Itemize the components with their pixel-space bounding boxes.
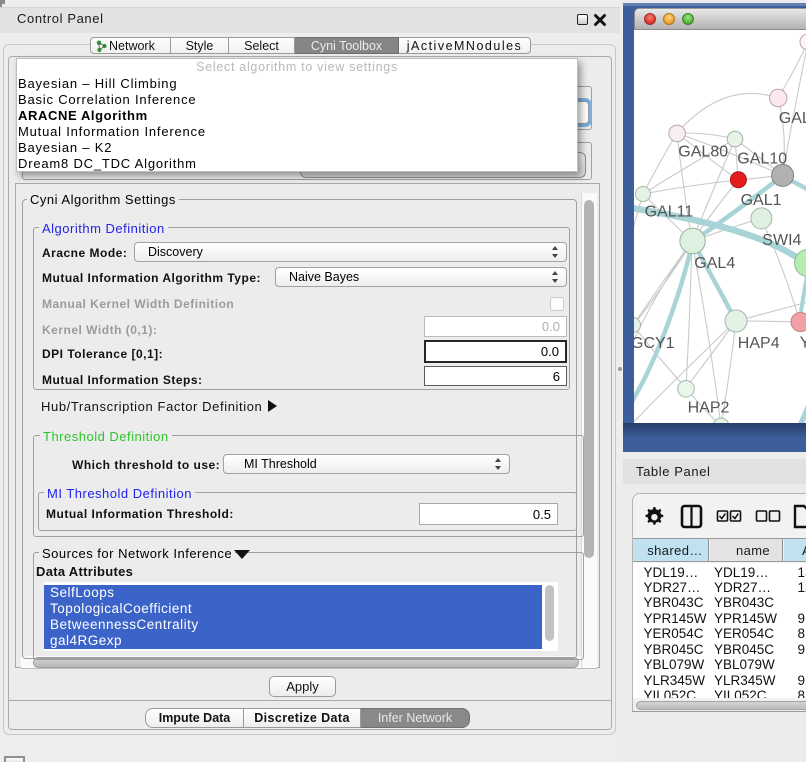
- svg-text:SWI4: SWI4: [762, 232, 801, 249]
- svg-text:HAP4: HAP4: [738, 335, 780, 352]
- svg-text:GAL10: GAL10: [737, 151, 787, 168]
- svg-text:GAL80: GAL80: [678, 144, 728, 161]
- svg-text:YE: YE: [800, 335, 806, 352]
- svg-text:GAL1: GAL1: [741, 192, 782, 209]
- svg-text:HAP2: HAP2: [688, 400, 730, 417]
- svg-text:GAL4: GAL4: [694, 255, 735, 272]
- svg-text:GCY1: GCY1: [634, 335, 675, 352]
- svg-text:GAL: GAL: [779, 110, 806, 127]
- svg-text:GAL11: GAL11: [645, 203, 694, 220]
